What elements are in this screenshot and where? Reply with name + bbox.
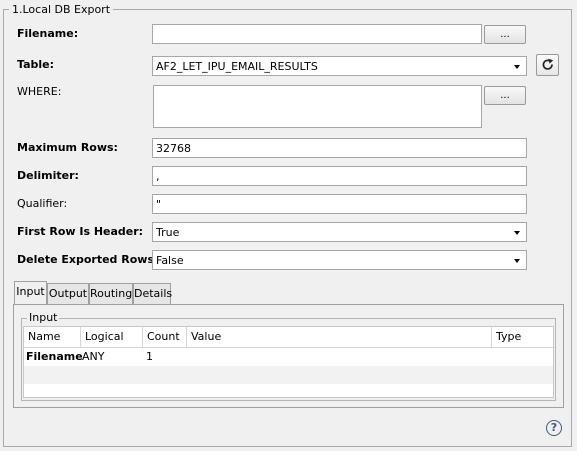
col-logical[interactable]: Logical — [81, 327, 143, 347]
delete-exported-value: False — [156, 254, 184, 267]
delete-exported-select[interactable]: False — [152, 250, 527, 270]
input-group-title: Input — [27, 311, 60, 325]
tab-output[interactable]: Output — [47, 283, 89, 304]
grid-header: Name Logical Count Value Type — [24, 327, 553, 348]
filename-label: Filename: — [17, 27, 79, 40]
empty-row — [24, 366, 553, 384]
input-grid: Name Logical Count Value Type Filename A… — [23, 326, 554, 398]
tab-panel-input: Input Name Logical Count Value Type File… — [13, 304, 564, 408]
tab-details[interactable]: Details — [133, 283, 172, 304]
delimiter-input[interactable]: , — [152, 166, 527, 186]
col-name[interactable]: Name — [24, 327, 81, 347]
table-label: Table: — [17, 58, 55, 71]
first-row-header-value: True — [156, 226, 180, 239]
where-textarea[interactable] — [153, 85, 482, 128]
row-count: 1 — [146, 350, 153, 363]
delimiter-label: Delimiter: — [17, 169, 79, 182]
tab-routing[interactable]: Routing — [89, 283, 133, 304]
filename-input[interactable] — [152, 24, 482, 44]
chevron-down-icon — [514, 259, 520, 263]
table-select[interactable]: AF2_LET_IPU_EMAIL_RESULTS — [152, 56, 527, 76]
refresh-button[interactable] — [536, 54, 559, 76]
where-label: WHERE: — [17, 85, 62, 98]
group-title: 1.Local DB Export — [9, 3, 114, 16]
help-icon[interactable]: ? — [546, 420, 562, 436]
chevron-down-icon — [514, 65, 520, 69]
browse-filename-button[interactable]: ... — [484, 25, 526, 44]
tab-input[interactable]: Input — [14, 281, 47, 304]
refresh-icon — [542, 58, 554, 70]
chevron-down-icon — [514, 231, 520, 235]
table-row[interactable]: Filename ANY 1 — [24, 348, 553, 366]
input-group: Input Name Logical Count Value Type File… — [21, 311, 556, 401]
row-logical: ANY — [82, 350, 105, 363]
browse-where-button[interactable]: ... — [484, 86, 526, 105]
qualifier-label: Qualifier: — [17, 197, 68, 210]
max-rows-input[interactable]: 32768 — [152, 138, 527, 158]
max-rows-label: Maximum Rows: — [17, 141, 118, 154]
col-type[interactable]: Type — [492, 327, 555, 347]
qualifier-input[interactable]: " — [152, 194, 527, 214]
col-value[interactable]: Value — [187, 327, 492, 347]
first-row-header-label: First Row Is Header: — [17, 225, 144, 238]
col-count[interactable]: Count — [143, 327, 187, 347]
delete-exported-label: Delete Exported Rows: — [17, 253, 159, 266]
table-select-value: AF2_LET_IPU_EMAIL_RESULTS — [156, 60, 318, 73]
row-name: Filename — [26, 350, 83, 363]
first-row-header-select[interactable]: True — [152, 222, 527, 242]
